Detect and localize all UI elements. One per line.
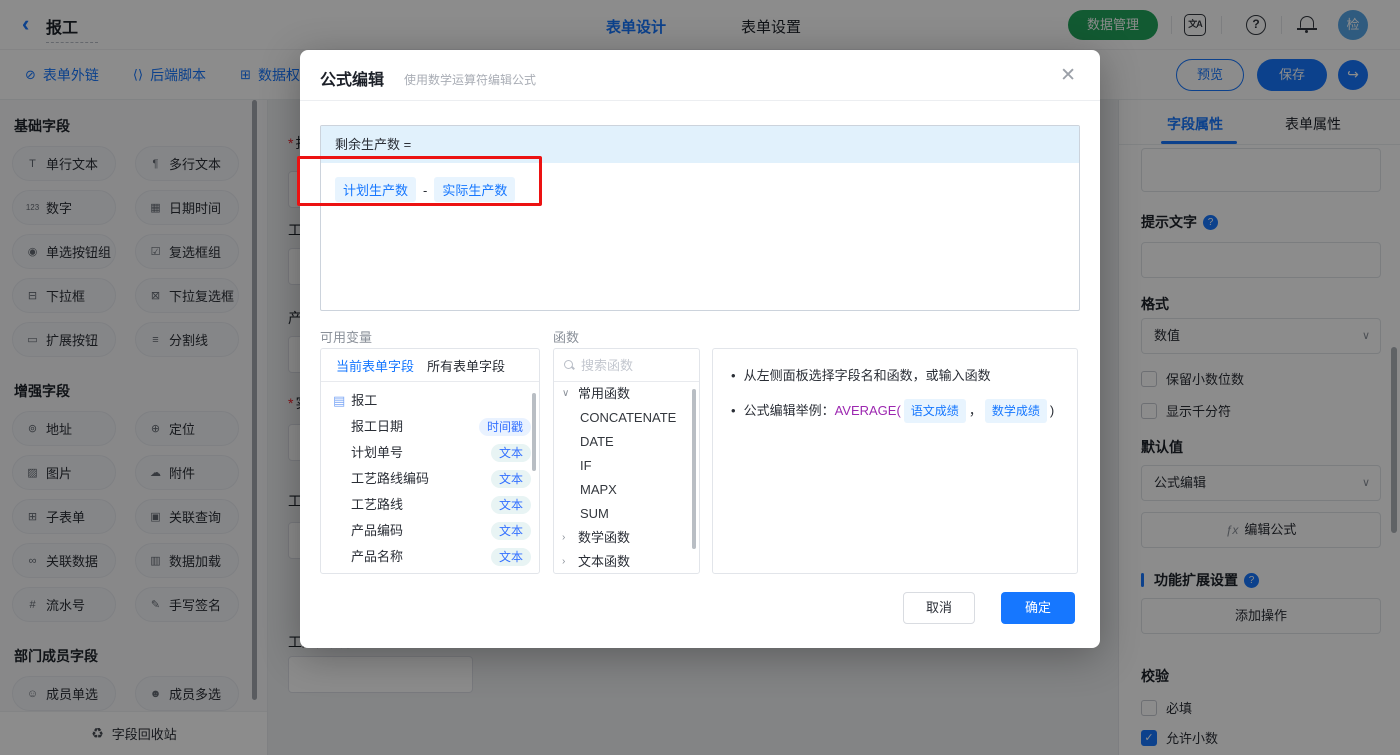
- function-item[interactable]: DATE: [554, 430, 699, 454]
- cancel-button[interactable]: 取消: [903, 592, 975, 624]
- form-designer-screen: ‹ 报工 表单设计 表单设置 数据管理 文A ? 检 ⊘ 表单外链 ⟨⟩ 后端脚本 …: [0, 0, 1400, 755]
- divider: [300, 100, 1100, 101]
- variables-tabs: 当前表单字段 所有表单字段: [321, 349, 539, 382]
- type-badge: 文本: [490, 470, 531, 488]
- variables-panel: 当前表单字段 所有表单字段 ▤ 报工 报工日期 时间戳 计划单号 文本 工艺路线…: [320, 348, 540, 574]
- help-tip-2: • 公式编辑举例：AVERAGE(语文成绩，数学成绩): [731, 399, 1059, 423]
- formula-body[interactable]: 计划生产数 - 实际生产数: [321, 163, 1079, 216]
- function-item[interactable]: MAPX: [554, 478, 699, 502]
- document-icon: ▤: [333, 393, 346, 408]
- formula-variable-chip[interactable]: 实际生产数: [434, 177, 516, 202]
- confirm-button[interactable]: 确定: [1001, 592, 1075, 624]
- function-search[interactable]: [554, 349, 699, 382]
- type-badge: 文本: [490, 548, 531, 566]
- formula-variable-chip[interactable]: 计划生产数: [335, 177, 417, 202]
- dialog-subtitle: 使用数学运算符编辑公式: [404, 73, 537, 87]
- tab-current-form-fields[interactable]: 当前表单字段: [336, 356, 414, 375]
- variable-row[interactable]: 产品编码 文本: [321, 518, 539, 544]
- help-panel: • 从左侧面板选择字段名和函数，或输入函数 • 公式编辑举例：AVERAGE(语文成…: [712, 348, 1078, 574]
- close-icon[interactable]: ✕: [1060, 64, 1076, 87]
- example-field-chip: 数学成绩: [984, 399, 1047, 423]
- help-tip-1: • 从左侧面板选择字段名和函数，或输入函数: [731, 368, 991, 383]
- chevron-right-icon: ›: [562, 556, 566, 567]
- function-group-text[interactable]: › 文本函数: [554, 550, 699, 573]
- functions-pane-label: 函数: [553, 330, 580, 345]
- variables-pane-label: 可用变量: [320, 330, 373, 345]
- variables-tree: ▤ 报工 报工日期 时间戳 计划单号 文本 工艺路线编码 文本 工艺路线 文本 …: [321, 382, 539, 570]
- search-icon: [564, 360, 574, 370]
- formula-target: 剩余生产数 =: [321, 126, 1079, 163]
- function-item[interactable]: SUM: [554, 502, 699, 526]
- type-badge: 时间戳: [478, 418, 531, 436]
- functions-scrollbar[interactable]: [692, 389, 696, 549]
- formula-edit-dialog: 公式编辑 使用数学运算符编辑公式 ✕ 剩余生产数 = 计划生产数 - 实际生产数 可…: [300, 50, 1100, 648]
- dialog-title: 公式编辑: [320, 72, 385, 89]
- function-items: CONCATENATE DATE IF MAPX SUM: [554, 406, 699, 526]
- function-search-input[interactable]: [581, 357, 681, 373]
- variable-row[interactable]: 工艺路线 文本: [321, 492, 539, 518]
- type-badge: 文本: [490, 496, 531, 514]
- chevron-down-icon: ∨: [562, 388, 570, 399]
- example-function-name: AVERAGE(: [834, 403, 901, 418]
- chevron-right-icon: ›: [562, 532, 566, 543]
- formula-editor[interactable]: 剩余生产数 = 计划生产数 - 实际生产数: [320, 125, 1080, 311]
- type-badge: 文本: [490, 444, 531, 462]
- functions-panel: ∨常用函数 CONCATENATE DATE IF MAPX SUM ›数学函数…: [553, 348, 700, 574]
- variables-scrollbar[interactable]: [532, 393, 536, 471]
- function-item[interactable]: IF: [554, 454, 699, 478]
- function-group-common[interactable]: ∨ 常用函数: [554, 382, 699, 406]
- tab-all-form-fields[interactable]: 所有表单字段: [427, 356, 505, 375]
- variable-row[interactable]: 计划单号 文本: [321, 440, 539, 466]
- example-field-chip: 语文成绩: [903, 399, 966, 423]
- variable-row[interactable]: 产品名称 文本: [321, 544, 539, 570]
- variable-row[interactable]: 报工日期 时间戳: [321, 414, 539, 440]
- tree-root-form[interactable]: ▤ 报工: [321, 388, 539, 414]
- type-badge: 文本: [490, 522, 531, 540]
- variable-row[interactable]: 工艺路线编码 文本: [321, 466, 539, 492]
- function-item[interactable]: CONCATENATE: [554, 406, 699, 430]
- variable-rows: 报工日期 时间戳 计划单号 文本 工艺路线编码 文本 工艺路线 文本 产品编码 …: [321, 414, 539, 570]
- function-group-math[interactable]: › 数学函数: [554, 526, 699, 550]
- operator-minus: -: [423, 183, 428, 198]
